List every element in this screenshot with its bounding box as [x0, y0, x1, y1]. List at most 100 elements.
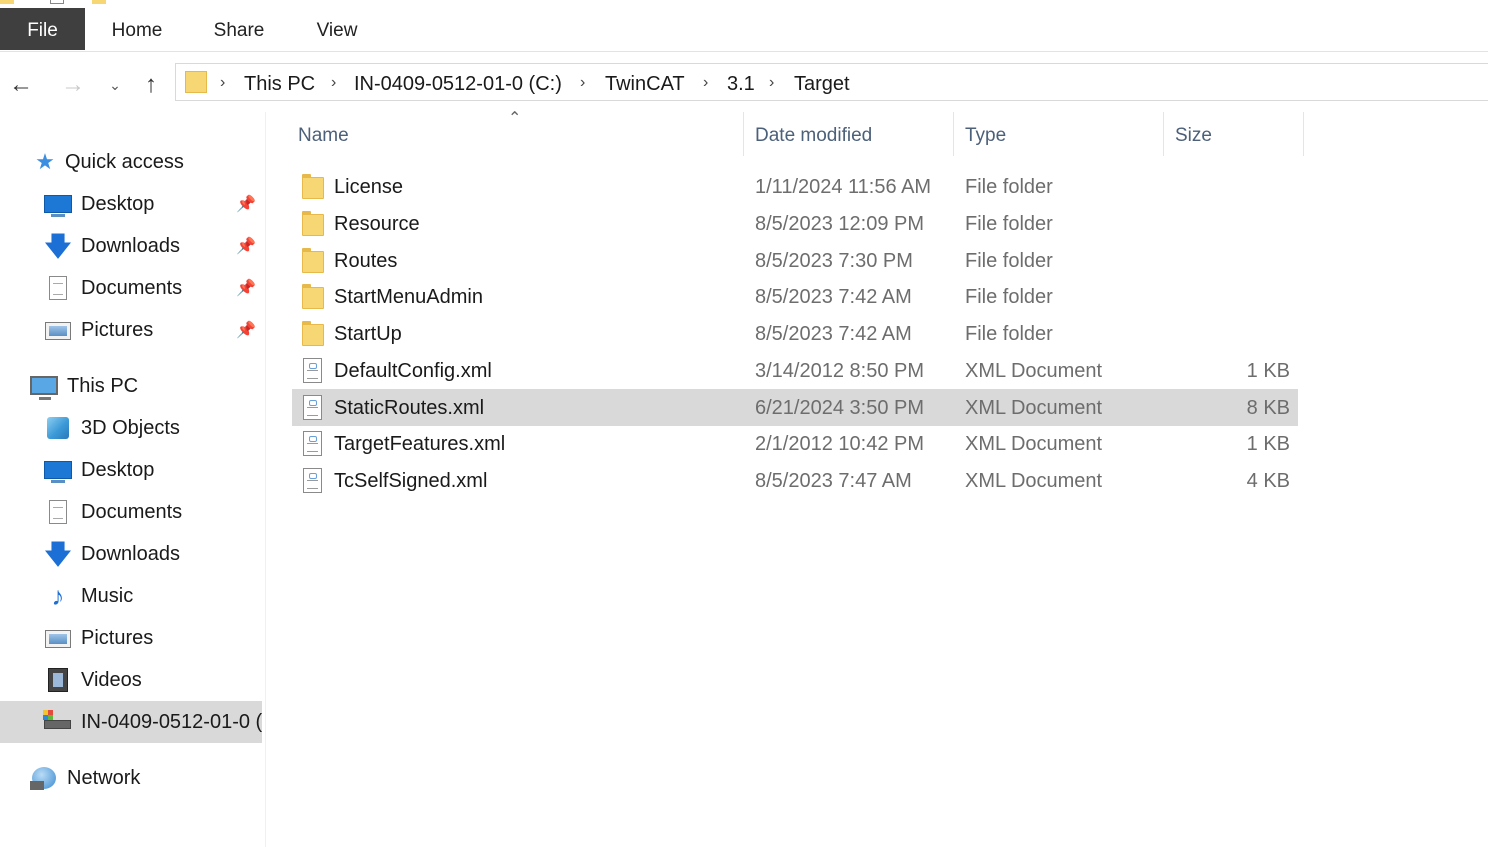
pin-icon[interactable]: 📌: [236, 194, 256, 214]
folder-icon: [0, 0, 14, 4]
nav-quick-documents[interactable]: Documents: [44, 267, 264, 309]
star-icon: ★: [35, 149, 55, 174]
document-icon: [44, 499, 72, 525]
file-name: DefaultConfig.xml: [334, 359, 492, 382]
file-date-modified: 3/14/2012 8:50 PM: [755, 359, 925, 382]
file-size: 4 KB: [1246, 470, 1290, 492]
nav-network[interactable]: Network: [30, 757, 140, 799]
nav-documents[interactable]: Documents: [44, 491, 182, 533]
drive-icon: [43, 709, 72, 735]
forward-button[interactable]: →: [58, 70, 88, 100]
nav-music[interactable]: ♪ Music: [44, 575, 134, 617]
column-header-date[interactable]: Date modified: [755, 118, 872, 154]
nav-local-drive[interactable]: IN-0409-0512-01-0 (: [0, 701, 262, 743]
sort-ascending-icon: ⌃: [508, 110, 522, 127]
column-header-type[interactable]: Type: [965, 118, 1006, 154]
folder-icon: [302, 174, 324, 200]
navigation-bar: ← → ⌄ ↑ › This PC › IN-0409-0512-01-0 (C…: [0, 52, 1488, 112]
file-row[interactable]: StaticRoutes.xml 6/21/2024 3:50 PM XML Doc…: [292, 388, 1298, 426]
tab-share[interactable]: Share: [200, 8, 278, 50]
file-date-modified: 6/21/2024 3:50 PM: [755, 396, 925, 419]
breadcrumb-this-pc[interactable]: This PC: [244, 64, 315, 102]
nav-label: This PC: [67, 374, 139, 397]
breadcrumb-target[interactable]: Target: [794, 64, 850, 102]
nav-downloads[interactable]: 🡇 Downloads: [44, 533, 180, 575]
file-row[interactable]: Resource 8/5/2023 12:09 PM File folder: [292, 205, 1298, 242]
file-row[interactable]: Routes 8/5/2023 7:30 PM File folder: [292, 242, 1298, 279]
file-type: XML Document: [965, 433, 1103, 456]
arrow-up-icon: ↑: [145, 71, 157, 98]
nav-quick-desktop[interactable]: Desktop: [44, 183, 264, 225]
file-size: 1 KB: [1246, 433, 1290, 456]
file-row[interactable]: TcSelfSigned.xml 8/5/2023 7:47 AM XML Docu…: [292, 462, 1298, 499]
tab-view[interactable]: View: [300, 8, 374, 50]
arrow-left-icon: ←: [9, 71, 33, 98]
network-icon: [30, 765, 58, 791]
nav-label: Network: [67, 766, 141, 789]
column-divider[interactable]: [1303, 112, 1304, 156]
column-divider[interactable]: [953, 112, 954, 156]
breadcrumb-twincat[interactable]: TwinCAT: [605, 64, 685, 102]
nav-desktop[interactable]: Desktop: [44, 449, 154, 491]
recent-locations-button[interactable]: ⌄: [100, 70, 130, 100]
navigation-pane: ★ Quick access Desktop 📌 🡇 Downloads 📌 D…: [0, 112, 266, 847]
nav-label: Downloads: [81, 234, 180, 257]
chevron-right-icon[interactable]: ›: [220, 64, 225, 102]
column-divider[interactable]: [743, 112, 744, 156]
chevron-right-icon[interactable]: ›: [703, 64, 708, 102]
pin-icon[interactable]: 📌: [236, 236, 256, 256]
column-header-name[interactable]: Name: [298, 118, 349, 154]
download-arrow-icon: 🡇: [44, 539, 72, 569]
new-folder-icon[interactable]: [92, 0, 106, 4]
document-icon: [44, 275, 72, 301]
breadcrumb-drive[interactable]: IN-0409-0512-01-0 (C:): [354, 64, 562, 102]
back-button[interactable]: ←: [6, 70, 36, 100]
music-note-icon: ♪: [51, 581, 65, 611]
file-row[interactable]: StartMenuAdmin 8/5/2023 7:42 AM File folde…: [292, 278, 1298, 315]
file-date-modified: 8/5/2023 7:42 AM: [755, 286, 912, 309]
nav-label: Videos: [81, 668, 142, 691]
file-type: XML Document: [965, 470, 1103, 492]
nav-quick-access[interactable]: ★ Quick access: [32, 141, 184, 183]
file-type: File folder: [965, 286, 1053, 309]
nav-3d-objects[interactable]: 3D Objects: [44, 407, 180, 449]
file-row[interactable]: DefaultConfig.xml 3/14/2012 8:50 PM XML Do…: [292, 352, 1298, 389]
file-type: File folder: [965, 176, 1053, 198]
nav-pictures[interactable]: Pictures: [44, 617, 153, 659]
breadcrumb-version[interactable]: 3.1: [727, 64, 755, 102]
nav-label: 3D Objects: [81, 416, 180, 439]
file-name: Routes: [334, 249, 398, 272]
up-button[interactable]: ↑: [136, 70, 166, 100]
xml-document-icon: [302, 468, 324, 494]
file-date-modified: 8/5/2023 7:30 PM: [755, 249, 913, 272]
file-list: ⌃ Name Date modified Type Size License 1/…: [266, 110, 1488, 847]
xml-document-icon: [302, 357, 324, 384]
pin-icon[interactable]: 📌: [236, 320, 256, 340]
computer-icon: [30, 373, 58, 400]
file-date-modified: 8/5/2023 7:47 AM: [755, 470, 912, 492]
tab-file[interactable]: File: [0, 8, 85, 50]
column-divider[interactable]: [1163, 112, 1164, 156]
nav-quick-downloads[interactable]: 🡇 Downloads: [44, 225, 264, 267]
nav-videos[interactable]: Videos: [44, 659, 142, 701]
file-size: 8 KB: [1246, 396, 1290, 419]
file-type: File folder: [965, 249, 1053, 272]
nav-label: Quick access: [65, 150, 184, 173]
ribbon-tabs: File Home Share View: [0, 8, 1488, 52]
tab-home[interactable]: Home: [98, 8, 176, 50]
chevron-right-icon[interactable]: ›: [331, 64, 336, 102]
address-bar[interactable]: › This PC › IN-0409-0512-01-0 (C:) › Twi…: [175, 63, 1488, 101]
file-row[interactable]: TargetFeatures.xml 2/1/2012 10:42 PM XML D…: [292, 425, 1298, 462]
file-name: TargetFeatures.xml: [334, 433, 506, 456]
chevron-right-icon[interactable]: ›: [769, 64, 774, 102]
download-arrow-icon: 🡇: [44, 231, 72, 261]
column-header-size[interactable]: Size: [1175, 118, 1212, 154]
nav-this-pc[interactable]: This PC: [30, 365, 138, 407]
file-row[interactable]: License 1/11/2024 11:56 AM File folder: [292, 168, 1298, 205]
properties-icon[interactable]: [50, 0, 64, 4]
nav-quick-pictures[interactable]: Pictures: [44, 309, 264, 351]
chevron-right-icon[interactable]: ›: [580, 64, 585, 102]
file-date-modified: 1/11/2024 11:56 AM: [755, 176, 932, 198]
file-row[interactable]: StartUp 8/5/2023 7:42 AM File folder: [292, 315, 1298, 352]
pin-icon[interactable]: 📌: [236, 278, 256, 298]
